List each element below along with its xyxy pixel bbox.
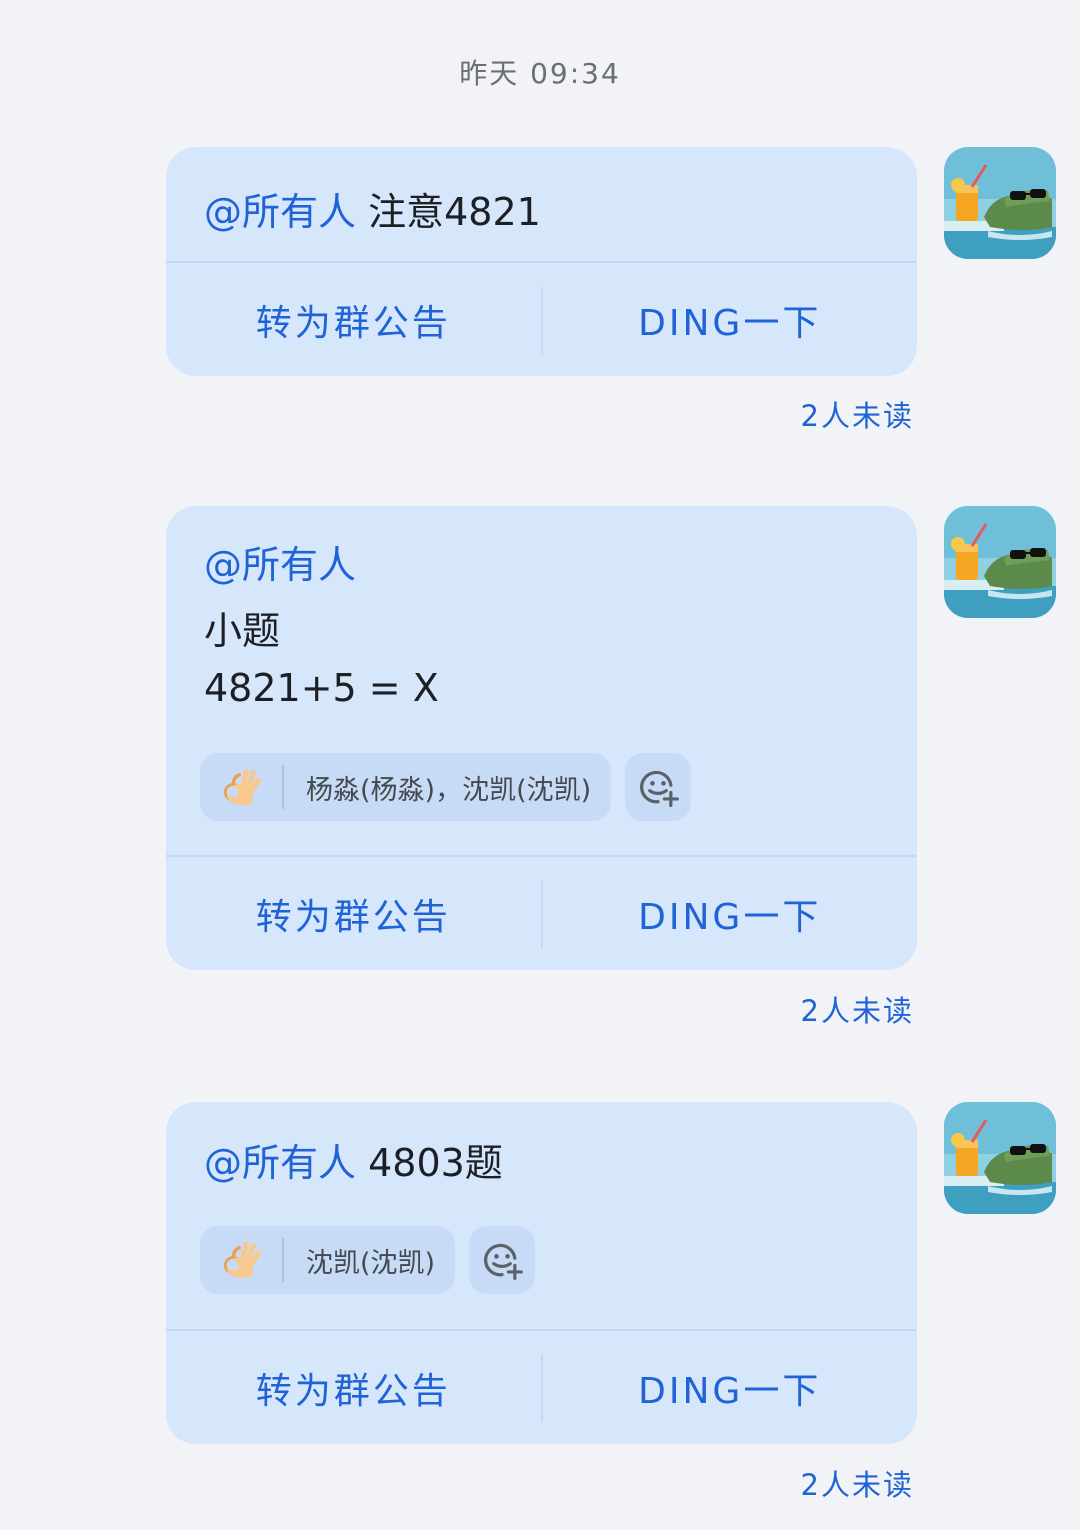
reaction-pill[interactable]: 沈凯(沈凯) <box>200 1226 456 1294</box>
ding-button[interactable]: DING一下 <box>543 1331 918 1444</box>
ok-hand-icon <box>200 753 282 821</box>
ding-button[interactable]: DING一下 <box>543 263 918 376</box>
mention-all[interactable]: @所有人 <box>204 543 356 587</box>
unread-status[interactable]: 2人未读 <box>801 393 914 435</box>
message-bubble[interactable]: @所有人 小题 4821+5 = X 杨淼(杨淼)，沈凯(沈凯) 转为群公告 D… <box>166 506 917 970</box>
reactions: 沈凯(沈凯) <box>200 1226 536 1294</box>
message-actions: 转为群公告 DING一下 <box>166 261 917 376</box>
message-actions: 转为群公告 DING一下 <box>166 855 917 970</box>
mention-all[interactable]: @所有人 <box>204 190 356 234</box>
message-line: 小题 <box>204 609 281 653</box>
avatar[interactable] <box>944 506 1056 618</box>
reaction-pill[interactable]: 杨淼(杨淼)，沈凯(沈凯) <box>200 753 612 821</box>
announce-button[interactable]: 转为群公告 <box>166 263 541 376</box>
announce-button[interactable]: 转为群公告 <box>166 1331 541 1444</box>
ok-hand-icon <box>200 1226 282 1294</box>
add-emoji-icon <box>636 765 680 809</box>
unread-status[interactable]: 2人未读 <box>801 988 914 1030</box>
divider <box>282 765 284 809</box>
divider <box>282 1238 284 1282</box>
unread-status[interactable]: 2人未读 <box>801 1462 914 1504</box>
reaction-users: 沈凯(沈凯) <box>306 1247 436 1279</box>
add-reaction-button[interactable] <box>469 1226 536 1294</box>
avatar[interactable] <box>944 147 1056 259</box>
avatar[interactable] <box>944 1102 1056 1214</box>
message-line: 4821+5 = X <box>204 666 439 710</box>
ding-button[interactable]: DING一下 <box>543 857 918 970</box>
add-reaction-button[interactable] <box>625 753 692 821</box>
reactions: 杨淼(杨淼)，沈凯(沈凯) <box>200 753 692 821</box>
reaction-users: 杨淼(杨淼)，沈凯(沈凯) <box>306 774 592 806</box>
add-emoji-icon <box>480 1238 524 1282</box>
message-bubble[interactable]: @所有人 注意4821 转为群公告 DING一下 <box>166 147 917 376</box>
message-text: @所有人 4803题 <box>204 1132 917 1187</box>
announce-button[interactable]: 转为群公告 <box>166 857 541 970</box>
message-actions: 转为群公告 DING一下 <box>166 1329 917 1444</box>
message-text: @所有人 注意4821 <box>204 181 917 236</box>
mention-all[interactable]: @所有人 <box>204 1141 356 1185</box>
message-content: 注意4821 <box>356 190 541 234</box>
message-timestamp: 昨天 09:34 <box>459 57 621 90</box>
message-content: 4803题 <box>356 1141 503 1185</box>
message-bubble[interactable]: @所有人 4803题 沈凯(沈凯) 转为群公告 DING一下 <box>166 1102 917 1444</box>
message-text: @所有人 <box>204 534 917 600</box>
